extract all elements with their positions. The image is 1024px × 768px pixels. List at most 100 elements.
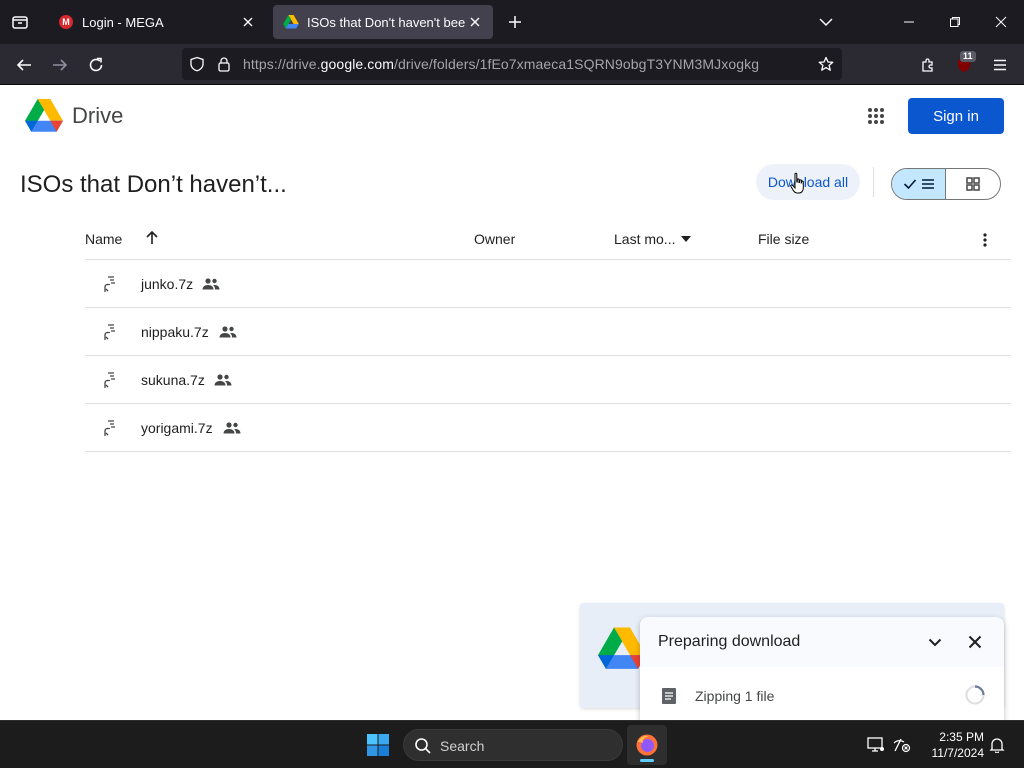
- address-bar[interactable]: https://drive.google.com/drive/folders/1…: [182, 48, 842, 80]
- extension-badge-count: 11: [960, 51, 976, 62]
- table-row[interactable]: yorigami.7z: [85, 404, 1011, 452]
- check-icon: [903, 179, 916, 190]
- table-row[interactable]: nippaku.7z: [85, 308, 1011, 356]
- column-owner-label: Owner: [474, 231, 516, 247]
- column-file-size-label: File size: [758, 231, 810, 247]
- grid-view-button[interactable]: [946, 169, 1000, 199]
- download-all-button[interactable]: Download all: [756, 164, 860, 200]
- column-header-owner[interactable]: Owner: [474, 231, 515, 247]
- reload-button[interactable]: [82, 51, 110, 79]
- more-options-button[interactable]: [976, 230, 994, 250]
- puzzle-icon: [922, 58, 933, 72]
- tab-close-button[interactable]: [465, 12, 485, 32]
- clock-date: 11/7/2024: [931, 746, 985, 760]
- close-panel-button[interactable]: [964, 631, 986, 653]
- close-icon: [995, 16, 1007, 28]
- firefox-icon: [636, 734, 658, 756]
- forward-button[interactable]: [46, 51, 74, 79]
- grid-view-icon: [966, 177, 980, 191]
- arrow-up-icon: [146, 230, 158, 244]
- url-text[interactable]: https://drive.google.com/drive/folders/1…: [243, 56, 759, 72]
- navigation-toolbar: https://drive.google.com/drive/folders/1…: [0, 44, 1024, 85]
- column-name-label: Name: [85, 231, 123, 247]
- shield-icon[interactable]: [187, 54, 207, 74]
- google-drive-icon: [283, 14, 299, 30]
- mega-icon: M: [58, 14, 74, 30]
- shared-people-icon: [202, 278, 220, 290]
- file-name: junko.7z: [141, 276, 194, 292]
- bookmark-star-icon[interactable]: [816, 54, 836, 74]
- google-apps-button[interactable]: [862, 102, 890, 130]
- search-label: Search: [440, 738, 485, 754]
- table-row[interactable]: junko.7z: [85, 260, 1011, 308]
- chevron-down-icon: [819, 18, 833, 27]
- more-vert-icon: [983, 233, 987, 247]
- column-last-modified-label: Last mo...: [614, 231, 676, 247]
- tab-google-drive[interactable]: ISOs that Don't haven't been up: [273, 5, 493, 39]
- google-drive-logo-icon: [598, 627, 646, 669]
- search-icon: [415, 738, 431, 754]
- column-header-file-size[interactable]: File size: [758, 231, 809, 247]
- file-name: nippaku.7z: [141, 324, 209, 340]
- tab-close-button[interactable]: [238, 12, 258, 32]
- close-icon: [470, 17, 480, 27]
- url-domain: google.com: [320, 56, 395, 72]
- toolbar-divider: [873, 167, 874, 197]
- google-drive-logo-icon[interactable]: [25, 99, 63, 133]
- shared-people-icon: [214, 374, 232, 386]
- list-view-button[interactable]: [892, 169, 947, 199]
- sign-in-button[interactable]: Sign in: [908, 98, 1004, 134]
- close-window-button[interactable]: [987, 8, 1015, 36]
- download-status-text: Zipping 1 file: [695, 688, 775, 704]
- column-header-last-modified[interactable]: Last mo...: [614, 231, 692, 247]
- collapse-panel-button[interactable]: [924, 631, 946, 653]
- taskbar-search-box[interactable]: Search: [403, 729, 623, 761]
- loading-spinner-icon: [965, 685, 985, 705]
- url-prefix: https://drive.: [243, 56, 321, 72]
- chevron-down-icon: [928, 638, 942, 646]
- browser-tab-bar: M Login - MEGA ISOs that Don't haven't b…: [0, 0, 1024, 44]
- download-panel-header: Preparing download: [640, 617, 1004, 667]
- tab-list-icon: [12, 16, 28, 29]
- taskbar-clock[interactable]: 2:35 PM 11/7/2024: [920, 729, 985, 761]
- network-disconnected-icon[interactable]: [892, 735, 912, 755]
- new-tab-button[interactable]: [503, 10, 527, 34]
- hamburger-icon: [994, 59, 1006, 71]
- reload-icon: [89, 57, 103, 72]
- folder-title: ISOs that Don’t haven’t...: [20, 171, 287, 198]
- display-settings-icon[interactable]: [866, 735, 886, 755]
- archive-file-icon: [104, 372, 115, 388]
- download-panel-title: Preparing download: [658, 633, 801, 650]
- app-name[interactable]: Drive: [72, 103, 123, 129]
- url-path: /drive/folders/1fEo7xmaeca1SQRN9obgT3YNM…: [394, 56, 760, 72]
- tab-overflow-button[interactable]: [812, 8, 840, 36]
- table-row[interactable]: sukuna.7z: [85, 356, 1011, 404]
- notification-bell-icon[interactable]: [987, 735, 1007, 755]
- shared-people-icon: [219, 326, 237, 338]
- caret-down-icon: [681, 236, 692, 242]
- clock-time: 2:35 PM: [939, 730, 984, 744]
- restore-button[interactable]: [941, 8, 969, 36]
- arrow-left-icon: [16, 59, 31, 71]
- list-view-icon: [921, 179, 934, 189]
- download-progress-panel: Preparing download Zipping 1 file: [640, 617, 1004, 722]
- minimize-button[interactable]: [895, 8, 923, 36]
- sort-ascending-button[interactable]: [145, 230, 159, 246]
- hand-pointer-cursor-icon: [790, 172, 804, 194]
- firefox-active-indicator: [640, 759, 654, 762]
- arrow-right-icon: [53, 59, 68, 71]
- shared-people-icon: [223, 422, 241, 434]
- archive-file-icon: [104, 276, 115, 292]
- app-menu-button[interactable]: [986, 51, 1014, 79]
- lock-icon[interactable]: [214, 54, 234, 74]
- archive-file-icon: [104, 324, 115, 340]
- file-name: sukuna.7z: [141, 372, 205, 388]
- list-all-tabs-button[interactable]: [6, 8, 34, 36]
- back-button[interactable]: [10, 51, 38, 79]
- windows-start-icon[interactable]: [366, 733, 390, 757]
- extensions-button[interactable]: [914, 51, 942, 79]
- archive-file-icon: [104, 420, 115, 436]
- plus-icon: [509, 16, 521, 28]
- column-header-name[interactable]: Name: [85, 231, 122, 247]
- tab-mega-login[interactable]: M Login - MEGA: [48, 5, 266, 39]
